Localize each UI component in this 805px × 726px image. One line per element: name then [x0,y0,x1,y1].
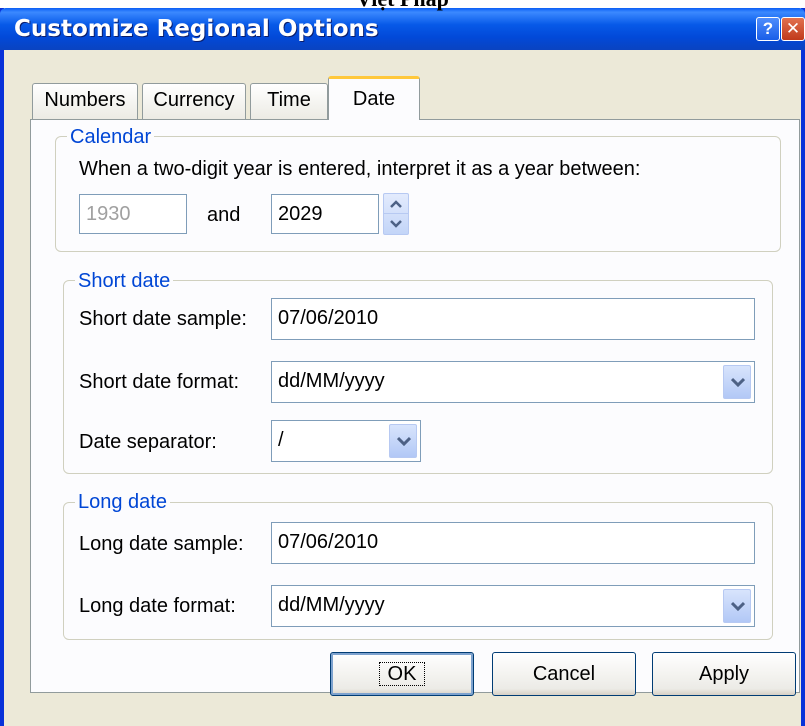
long-date-format-label: Long date format: [79,595,236,617]
help-button[interactable]: ? [756,17,780,41]
chevron-down-icon [731,601,745,611]
arrow-down-icon [390,220,402,228]
tab-date[interactable]: Date [328,76,420,120]
long-date-sample-label: Long date sample: [79,533,244,555]
date-tab-panel: Calendar When a two-digit year is entere… [30,119,800,693]
long-date-sample-field: 07/06/2010 [271,522,755,564]
year-to-field[interactable]: 2029 [271,194,379,234]
short-date-format-label: Short date format: [79,371,240,393]
dialog-window: Customize Regional Options ? ✕ Numbers C… [0,8,805,726]
dropdown-arrow-button[interactable] [723,365,751,399]
date-separator-label: Date separator: [79,431,217,453]
chevron-down-icon [731,377,745,387]
window-title: Customize Regional Options [14,16,379,42]
apply-button[interactable]: Apply [652,652,796,696]
ok-button[interactable]: OK [330,652,474,696]
arrow-up-icon [390,200,402,208]
short-date-group-label: Short date [75,270,174,292]
long-date-format-dropdown[interactable]: dd/MM/yyyy [271,585,755,627]
tab-time[interactable]: Time [250,83,328,119]
year-from-field: 1930 [79,194,187,234]
calendar-group-label: Calendar [67,126,155,148]
ok-button-label: OK [378,662,426,686]
dropdown-arrow-button[interactable] [389,424,417,458]
long-date-format-value: dd/MM/yyyy [278,594,385,616]
tab-numbers[interactable]: Numbers [32,83,138,119]
page-header-text: Việt Pháp [0,0,805,11]
chevron-down-icon [397,436,411,446]
tab-currency[interactable]: Currency [142,83,246,119]
cancel-button[interactable]: Cancel [492,652,636,696]
and-label: and [207,204,241,226]
title-bar[interactable]: Customize Regional Options ? ✕ [0,8,805,50]
date-separator-value: / [278,429,284,451]
long-date-group-label: Long date [75,491,170,513]
close-button[interactable]: ✕ [781,17,805,41]
spin-up-button[interactable] [384,194,408,214]
short-date-sample-field: 07/06/2010 [271,298,755,340]
date-separator-dropdown[interactable]: / [271,420,421,462]
spin-down-button[interactable] [384,214,408,234]
short-date-sample-label: Short date sample: [79,308,247,330]
two-digit-year-description: When a two-digit year is entered, interp… [79,158,641,180]
year-spinner[interactable] [383,193,409,235]
short-date-format-dropdown[interactable]: dd/MM/yyyy [271,361,755,403]
short-date-format-value: dd/MM/yyyy [278,370,385,392]
dropdown-arrow-button[interactable] [723,589,751,623]
